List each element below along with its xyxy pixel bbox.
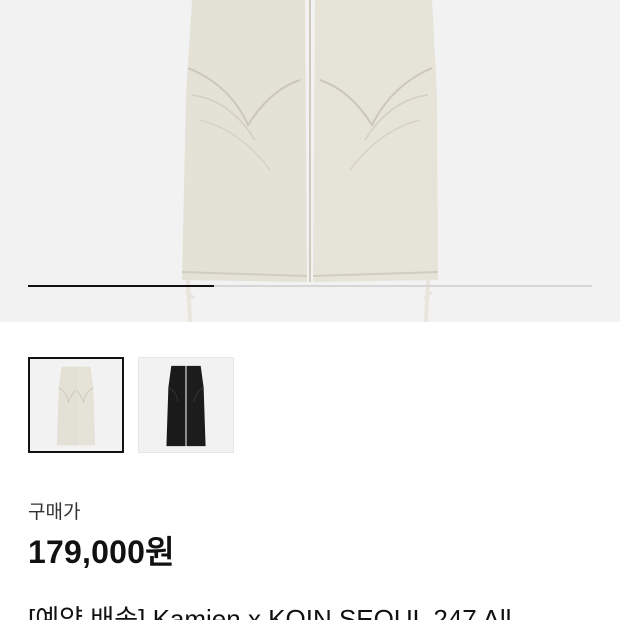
- thumbnail-list: [28, 357, 234, 453]
- black-pants-thumbnail-image: [166, 365, 206, 447]
- product-title: [예약 배송] Kamien x KOIN SEOUL 247 All: [28, 604, 512, 620]
- beige-pants-thumbnail-image: [56, 366, 96, 446]
- product-price: 179,000원: [28, 534, 175, 570]
- product-main-image: [181, 0, 439, 322]
- thumbnail-black[interactable]: [138, 357, 234, 453]
- carousel-progress-fill: [28, 285, 215, 287]
- price-label: 구매가: [28, 502, 81, 523]
- product-image-carousel[interactable]: [0, 0, 620, 322]
- carousel-progress-bar: [28, 285, 592, 287]
- thumbnail-beige[interactable]: [28, 357, 124, 453]
